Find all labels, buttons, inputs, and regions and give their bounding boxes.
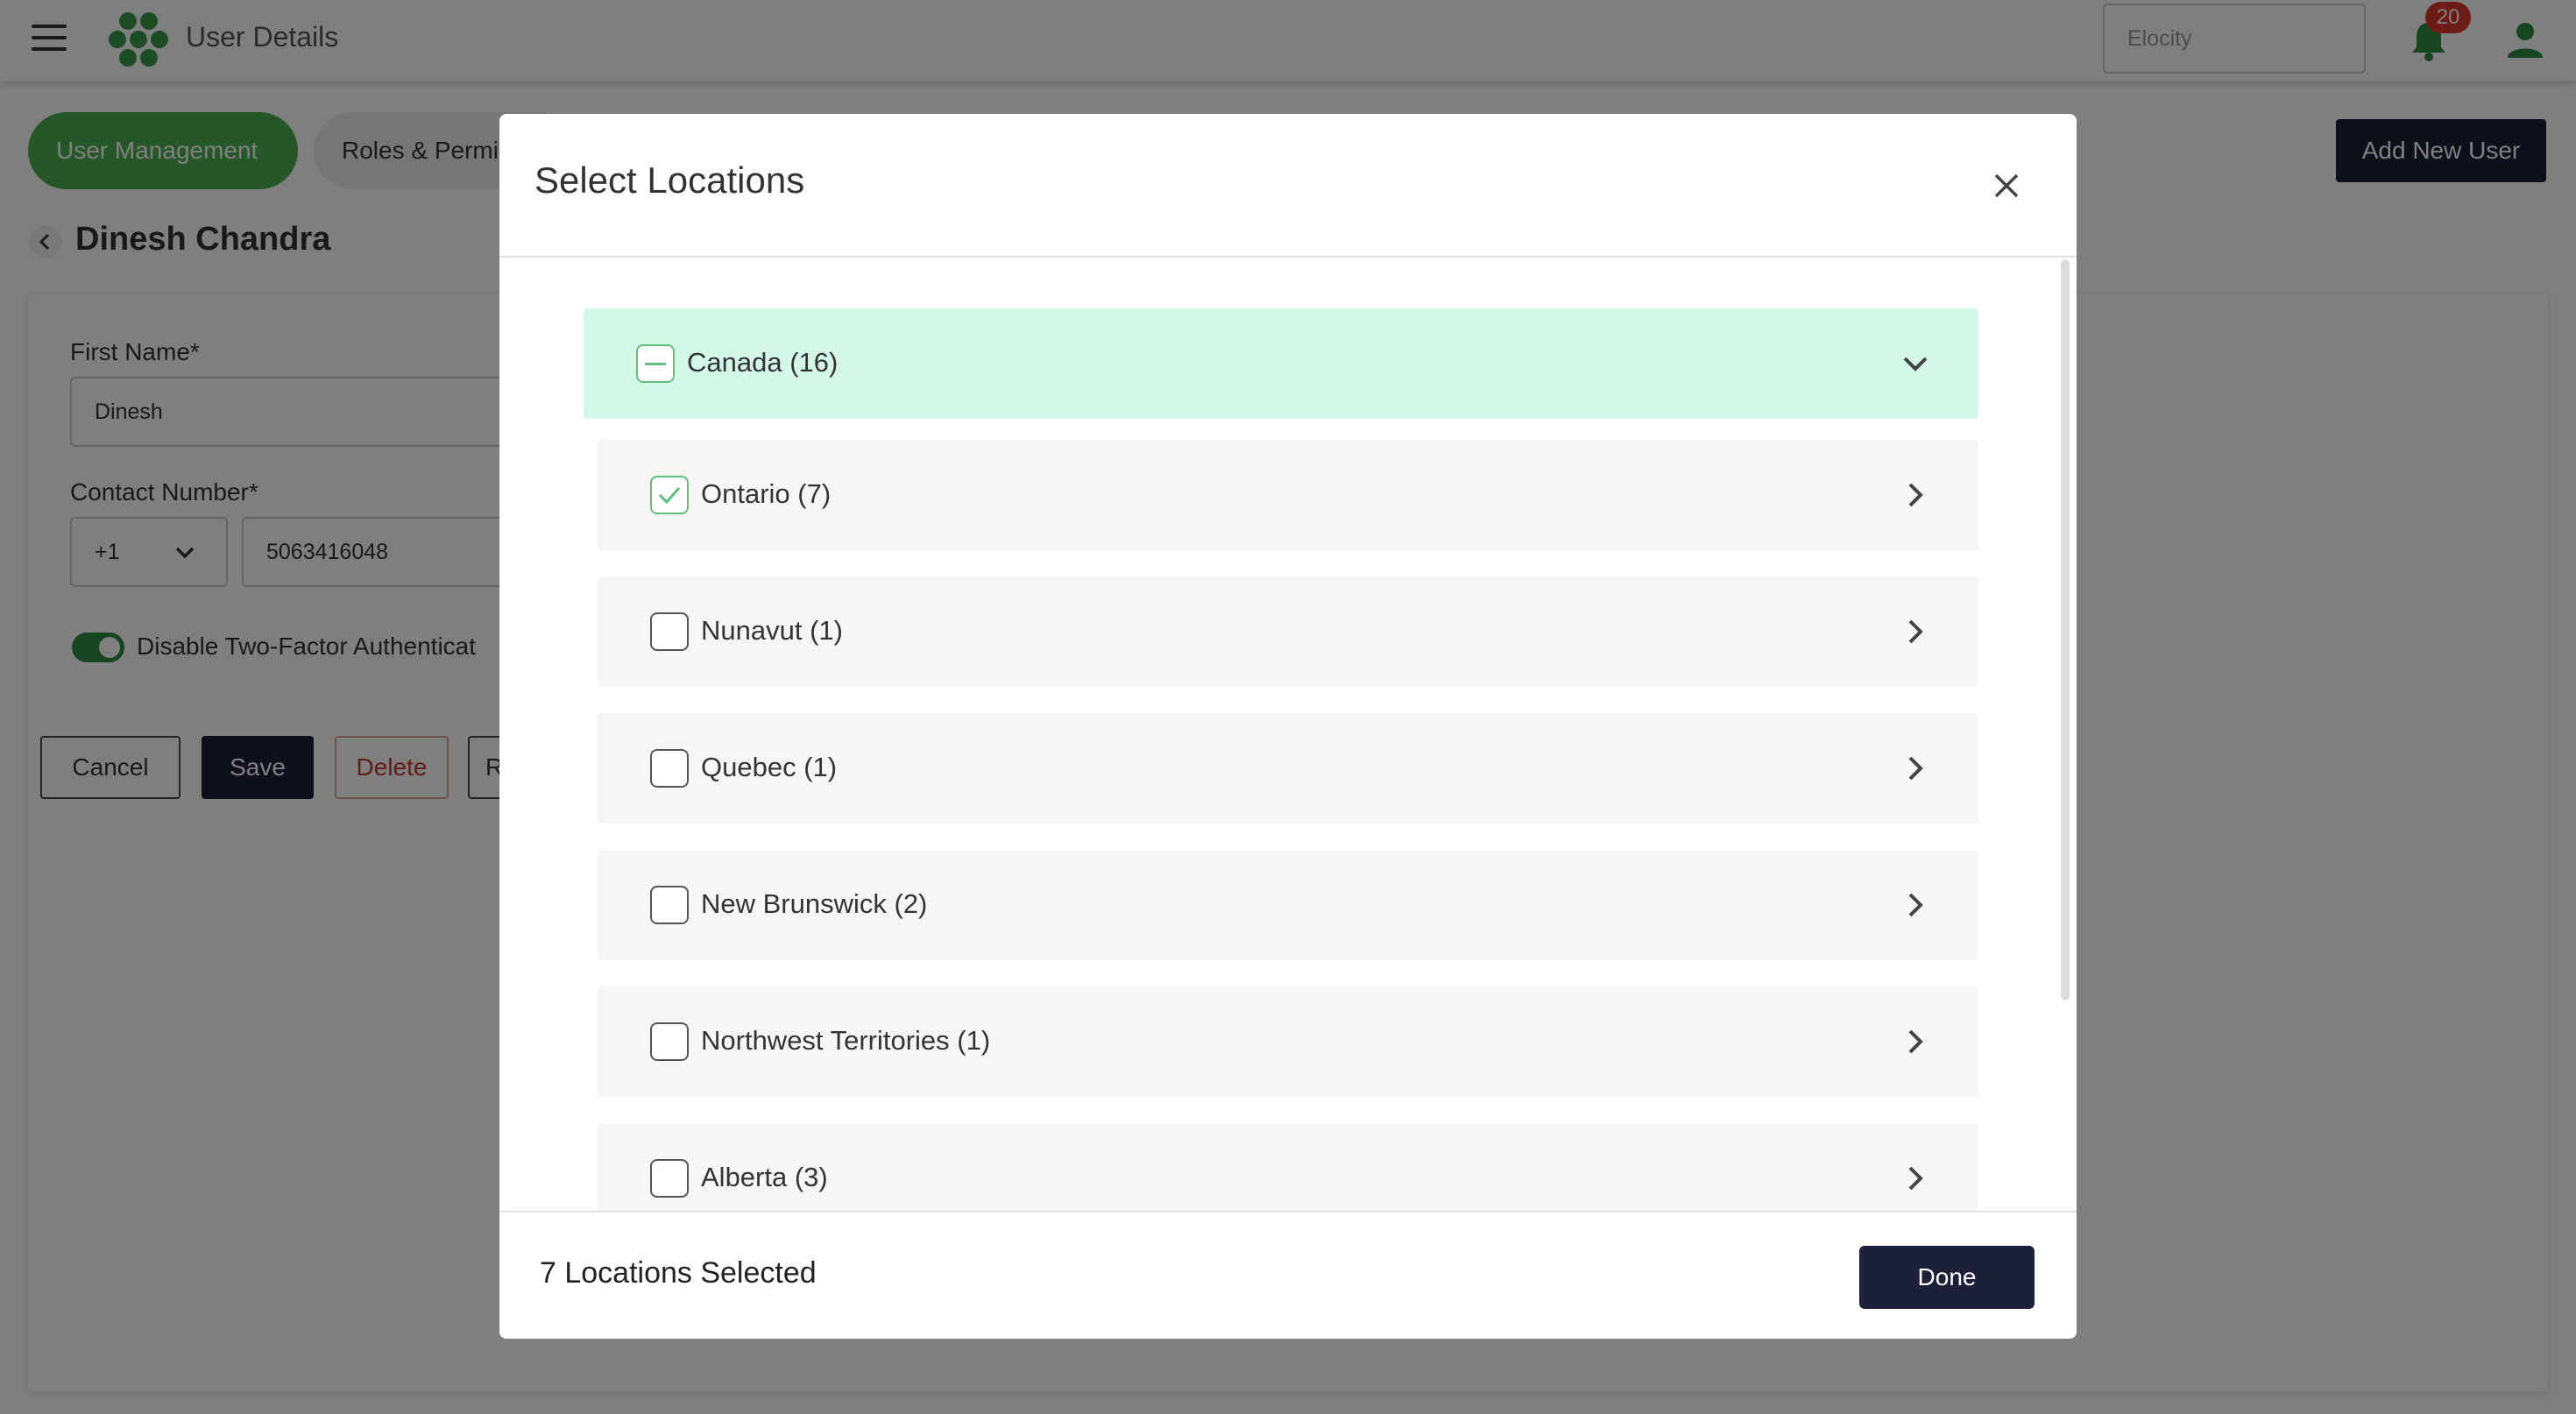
location-label: Nunavut (1)	[701, 615, 843, 646]
checkmark-icon	[658, 487, 681, 505]
chevron-right-icon[interactable]	[1898, 887, 1933, 923]
done-button[interactable]: Done	[1859, 1246, 2035, 1309]
location-row-quebec[interactable]: Quebec (1)	[598, 713, 1978, 824]
country-row-canada[interactable]: Canada (16)	[584, 308, 1978, 419]
close-icon[interactable]	[1989, 168, 2024, 203]
location-row-alberta[interactable]: Alberta (3)	[598, 1123, 1978, 1211]
location-label: Northwest Territories (1)	[701, 1025, 991, 1056]
location-checkbox[interactable]	[650, 612, 689, 651]
chevron-right-icon[interactable]	[1898, 614, 1933, 649]
location-checkbox[interactable]	[650, 886, 689, 924]
location-label: New Brunswick (2)	[701, 888, 928, 919]
locations-list[interactable]: Canada (16) Ontario (7) Nunavut (1) Queb…	[499, 259, 2077, 1211]
location-row-new-brunswick[interactable]: New Brunswick (2)	[598, 850, 1978, 960]
location-row-northwest-territories[interactable]: Northwest Territories (1)	[598, 986, 1978, 1097]
chevron-down-icon[interactable]	[1898, 346, 1933, 381]
location-checkbox[interactable]	[650, 1159, 689, 1198]
modal-title: Select Locations	[534, 159, 805, 201]
location-row-nunavut[interactable]: Nunavut (1)	[598, 576, 1978, 687]
location-checkbox-checked[interactable]	[650, 476, 689, 514]
country-checkbox-indeterminate[interactable]	[636, 344, 675, 383]
chevron-right-icon[interactable]	[1898, 1161, 1933, 1196]
location-row-ontario[interactable]: Ontario (7)	[598, 440, 1978, 550]
selected-count-text: 7 Locations Selected	[540, 1256, 817, 1290]
location-checkbox[interactable]	[650, 749, 689, 788]
modal-footer: 7 Locations Selected Done	[499, 1211, 2077, 1339]
chevron-right-icon[interactable]	[1898, 477, 1933, 513]
list-scrollbar[interactable]	[2061, 259, 2070, 1000]
location-label: Alberta (3)	[701, 1162, 828, 1192]
location-label: Quebec (1)	[701, 752, 838, 782]
chevron-right-icon[interactable]	[1898, 751, 1933, 786]
modal-header: Select Locations	[499, 114, 2077, 258]
chevron-right-icon[interactable]	[1898, 1024, 1933, 1059]
country-label: Canada (16)	[687, 347, 839, 378]
location-label: Ontario (7)	[701, 478, 832, 509]
select-locations-modal: Select Locations Canada (16) Ontario (7)…	[499, 114, 2077, 1339]
location-checkbox[interactable]	[650, 1022, 689, 1061]
